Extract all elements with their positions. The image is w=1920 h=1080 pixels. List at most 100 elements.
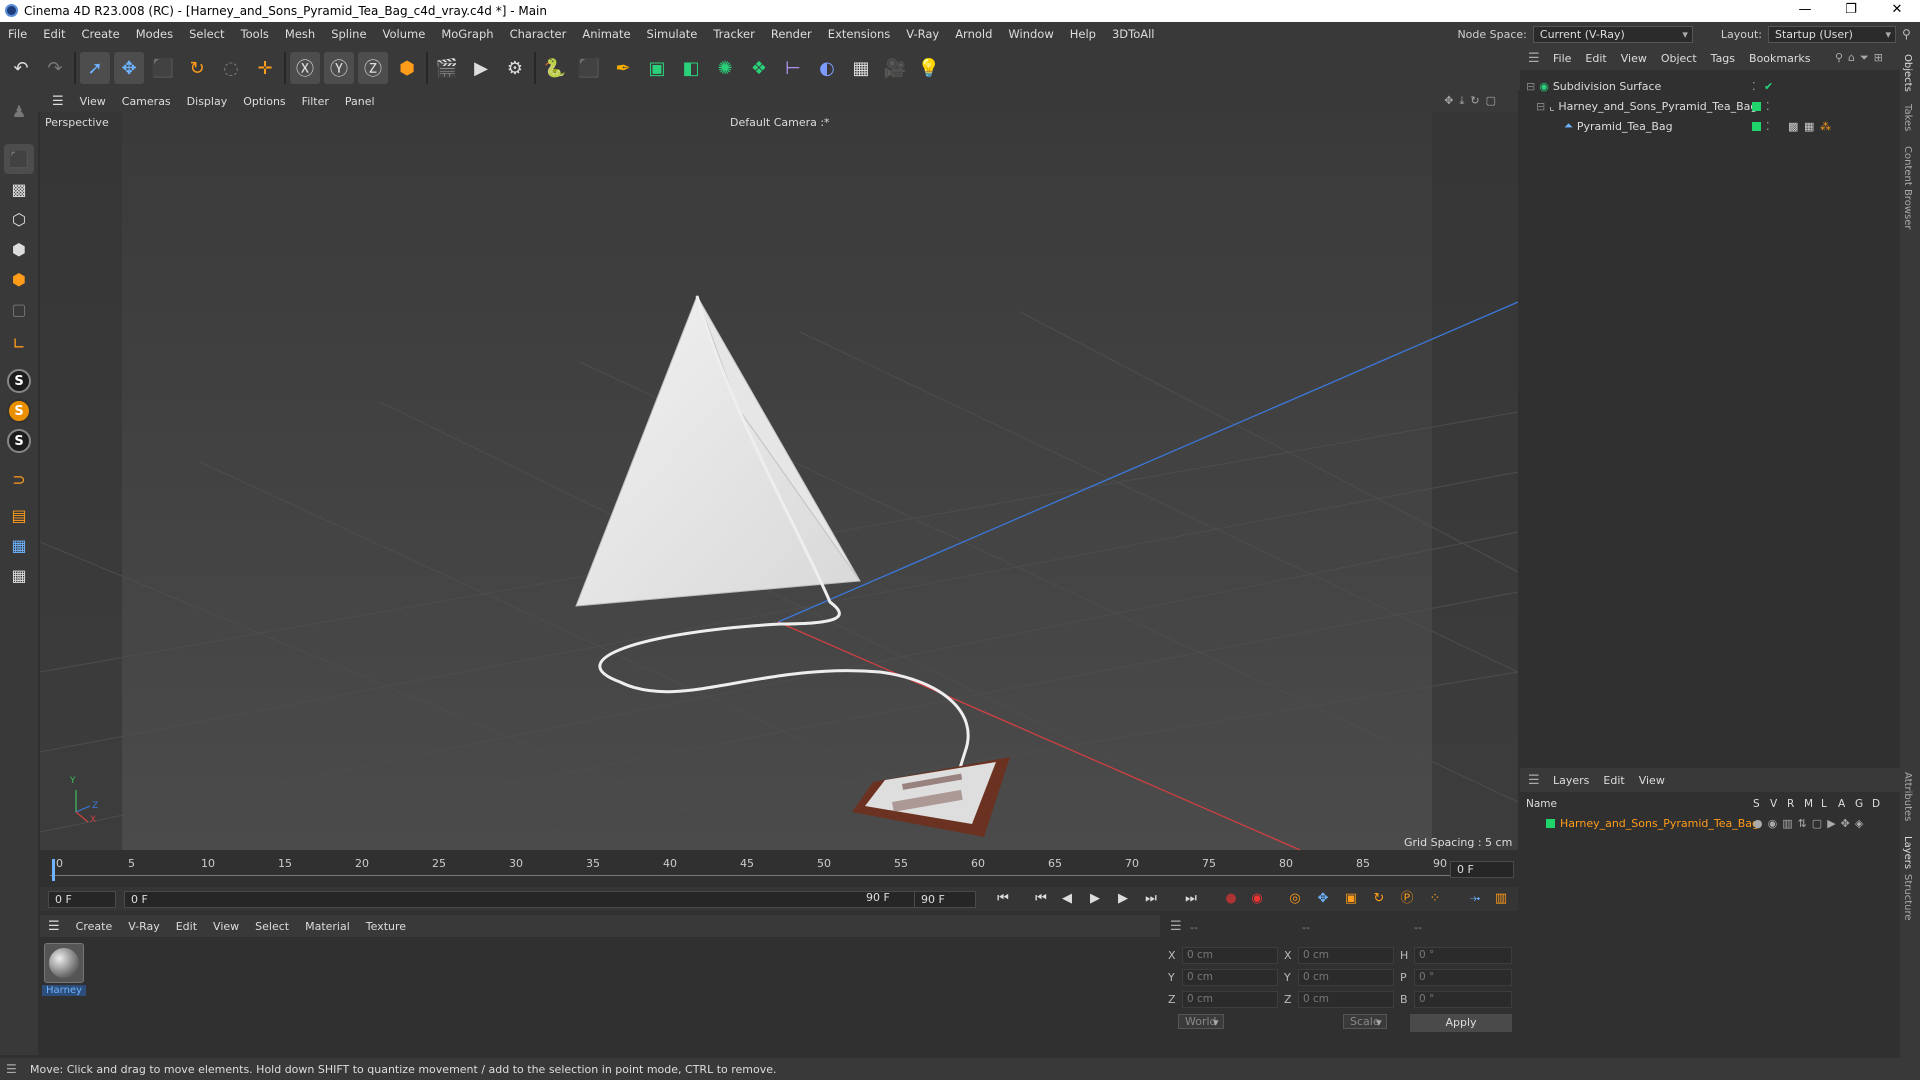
objects-menu-edit[interactable]: Edit: [1578, 52, 1613, 65]
end-frame-field[interactable]: 90 F: [914, 891, 976, 908]
x-axis-lock-icon[interactable]: Ⓧ: [290, 52, 320, 84]
axis-mode-icon[interactable]: ∟: [4, 328, 34, 358]
pos-y-field[interactable]: 0 cm: [1182, 969, 1278, 986]
playhead[interactable]: [52, 859, 55, 881]
camera-icon[interactable]: 🎥: [880, 52, 910, 84]
python-icon[interactable]: 🐍: [540, 52, 570, 84]
layer-color-swatch[interactable]: [1752, 121, 1761, 131]
select-tool-icon[interactable]: ➚: [80, 52, 110, 84]
coordinate-space-select[interactable]: World: [1178, 1014, 1224, 1029]
menu-window[interactable]: Window: [1000, 27, 1061, 41]
size-y-field[interactable]: 0 cm: [1298, 969, 1394, 986]
material-name[interactable]: Harney: [42, 985, 86, 996]
object-name[interactable]: Pyramid_Tea_Bag: [1577, 120, 1673, 133]
timeline-ruler[interactable]: 0 5 10 15 20 25 30 35 40 45 50 55 60 65 …: [40, 855, 1518, 885]
current-frame-field[interactable]: 0 F: [1450, 861, 1514, 878]
prev-frame-icon[interactable]: ◀: [1056, 889, 1078, 909]
pos-z-field[interactable]: 0 cm: [1182, 991, 1278, 1008]
subdivision-icon[interactable]: ▣: [642, 52, 672, 84]
menu-tools[interactable]: Tools: [233, 27, 277, 41]
start-frame-field[interactable]: 0 F: [48, 891, 116, 908]
menu-modes[interactable]: Modes: [128, 27, 181, 41]
menu-tracker[interactable]: Tracker: [705, 27, 763, 41]
make-editable-icon[interactable]: ♟: [4, 96, 34, 126]
menu-extensions[interactable]: Extensions: [820, 27, 898, 41]
side-tab-attributes[interactable]: Attributes: [1902, 772, 1913, 821]
object-row[interactable]: ⊟ ⌞ Harney_and_Sons_Pyramid_Tea_Bag ⁚: [1520, 97, 1896, 115]
size-mode-select[interactable]: Scale: [1343, 1014, 1387, 1029]
material-tag-icon[interactable]: ▩: [1788, 120, 1798, 133]
key-param-icon[interactable]: Ⓟ: [1396, 889, 1418, 909]
mograph-icon[interactable]: ❖: [744, 52, 774, 84]
cloner-icon[interactable]: ✺: [710, 52, 740, 84]
render-view-icon[interactable]: 🎬: [432, 52, 462, 84]
extrude-icon[interactable]: ◧: [676, 52, 706, 84]
key-scale-icon[interactable]: ▣: [1340, 889, 1362, 909]
object-visibility-dots[interactable]: ⁚: [1752, 80, 1756, 93]
coords-hamburger-icon[interactable]: ☰: [1170, 919, 1182, 934]
menu-help[interactable]: Help: [1062, 27, 1104, 41]
autokey-icon[interactable]: ◉: [1246, 889, 1268, 909]
menu-render[interactable]: Render: [763, 27, 820, 41]
key-pla-icon[interactable]: ⁘: [1424, 889, 1446, 909]
minimize-button[interactable]: —: [1782, 0, 1828, 22]
pos-x-field[interactable]: 0 cm: [1182, 947, 1278, 964]
record-active-icon[interactable]: ●: [1220, 889, 1242, 909]
magnet-icon[interactable]: ⊃: [4, 464, 34, 494]
menu-animate[interactable]: Animate: [574, 27, 638, 41]
viewport-menu-panel[interactable]: Panel: [337, 95, 383, 108]
node-space-select[interactable]: Current (V-Ray): [1532, 25, 1693, 43]
close-button[interactable]: ✕: [1874, 0, 1920, 22]
light-icon[interactable]: 💡: [914, 52, 944, 84]
objects-menu-object[interactable]: Object: [1654, 52, 1704, 65]
viewport-menu-view[interactable]: View: [72, 95, 114, 108]
rot-p-field[interactable]: 0 °: [1414, 969, 1512, 986]
3d-viewport[interactable]: Y Z X: [40, 112, 1518, 850]
cube-icon[interactable]: ⬛: [574, 52, 604, 84]
field-icon[interactable]: ◐: [812, 52, 842, 84]
viewport-menu-cameras[interactable]: Cameras: [114, 95, 179, 108]
viewport-menu-display[interactable]: Display: [179, 95, 236, 108]
objects-menu-file[interactable]: File: [1546, 52, 1578, 65]
object-row[interactable]: ⊟ ◉ Subdivision Surface ⁚ ✔: [1520, 77, 1896, 95]
redo-icon[interactable]: ↷: [40, 52, 70, 84]
apply-button[interactable]: Apply: [1410, 1014, 1512, 1032]
side-tab-content-browser[interactable]: Content Browser: [1902, 146, 1913, 229]
side-tab-objects[interactable]: Objects: [1902, 54, 1913, 92]
quantize-icon[interactable]: S: [4, 426, 34, 456]
points-mode-icon[interactable]: ⬡: [4, 204, 34, 234]
menu-simulate[interactable]: Simulate: [639, 27, 706, 41]
size-z-field[interactable]: 0 cm: [1298, 991, 1394, 1008]
rot-h-field[interactable]: 0 °: [1414, 947, 1512, 964]
prev-key-icon[interactable]: ⏮: [1030, 889, 1052, 909]
next-key-icon[interactable]: ⏭: [1140, 889, 1162, 909]
layer-color-swatch[interactable]: [1752, 101, 1761, 111]
grid-icon[interactable]: ▦: [4, 530, 34, 560]
polygons-mode-icon[interactable]: ⬢: [4, 264, 34, 294]
layer-row[interactable]: Harney_and_Sons_Pyramid_Tea_Bag ●◉▥⇅▢▶✥◈: [1520, 814, 1896, 832]
search-icon[interactable]: ⚲: [1902, 27, 1920, 41]
coordinate-system-icon[interactable]: ⬢: [392, 52, 422, 84]
layer-color-swatch[interactable]: [1546, 818, 1555, 828]
objects-hamburger-icon[interactable]: ☰: [1528, 51, 1540, 66]
viewport-menu-filter[interactable]: Filter: [294, 95, 337, 108]
object-enabled-check-icon[interactable]: ✔: [1764, 80, 1773, 93]
next-frame-icon[interactable]: ▶: [1112, 889, 1134, 909]
edges-mode-icon[interactable]: ⬢: [4, 234, 34, 264]
objects-menu-view[interactable]: View: [1614, 52, 1654, 65]
go-to-end-icon[interactable]: ⏭: [1180, 889, 1202, 909]
viewport-nav-icons[interactable]: ✥⤓↻▢: [1444, 94, 1502, 108]
timeline-window-icon[interactable]: ▥: [1490, 889, 1512, 909]
side-tab-takes[interactable]: Takes: [1902, 104, 1913, 131]
menu-vray[interactable]: V-Ray: [898, 27, 947, 41]
objects-menu-tags[interactable]: Tags: [1704, 52, 1742, 65]
material-menu-material[interactable]: Material: [297, 920, 358, 933]
size-x-field[interactable]: 0 cm: [1298, 947, 1394, 964]
menu-file[interactable]: File: [0, 27, 35, 41]
go-to-start-icon[interactable]: ⏮: [992, 889, 1014, 909]
scale-tool-icon[interactable]: ⬛: [148, 52, 178, 84]
key-rotation-icon[interactable]: ↻: [1368, 889, 1390, 909]
side-tab-structure[interactable]: Structure: [1902, 874, 1913, 921]
locked-workplane-icon[interactable]: ▦: [4, 560, 34, 590]
material-menu-create[interactable]: Create: [68, 920, 121, 933]
